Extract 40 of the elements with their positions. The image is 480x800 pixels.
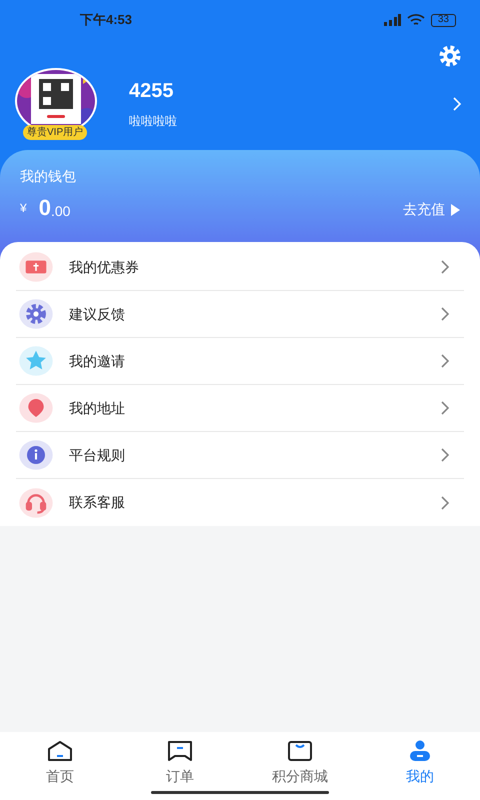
status-time: 下午4:53 [80, 11, 132, 30]
settings-icon[interactable] [438, 44, 462, 68]
menu-item[interactable]: 联系客服 [16, 479, 464, 526]
menu-item[interactable]: 平台规则 [16, 432, 464, 479]
tab[interactable]: 积分商城 [240, 740, 360, 800]
signal-icon [382, 14, 401, 26]
chevron-right-icon [440, 401, 450, 415]
menu-item[interactable]: 我的地址 [16, 385, 464, 432]
vip-badge: 尊贵VIP用户 [23, 125, 88, 140]
user-subtitle: 啦啦啦啦 [129, 113, 178, 130]
wifi-icon [406, 14, 425, 26]
menu-item[interactable]: 建议反馈 [16, 291, 464, 338]
bag-icon [287, 740, 313, 762]
menu-label: 建议反馈 [69, 304, 126, 324]
chevron-right-icon [440, 448, 450, 462]
chat-bubble-icon [167, 740, 193, 762]
menu-label: 我的优惠券 [69, 258, 140, 276]
wallet-amount: 0 [38, 196, 51, 220]
currency-symbol: ¥ [20, 200, 27, 217]
tab[interactable]: 我的 [360, 740, 480, 800]
menu-label: 我的邀请 [69, 352, 126, 370]
user-icon [407, 740, 433, 762]
chevron-right-icon [440, 307, 450, 321]
chevron-right-icon[interactable] [452, 97, 462, 111]
home-icon [47, 740, 73, 762]
tab[interactable]: 首页 [0, 740, 120, 800]
menu-label: 联系客服 [69, 493, 126, 512]
tab[interactable]: 订单 [120, 740, 240, 800]
menu-item[interactable]: 我的邀请 [16, 338, 464, 385]
menu-item[interactable]: 我的优惠券 [16, 244, 464, 291]
user-name: 4255 [129, 79, 174, 104]
chevron-right-icon [440, 496, 450, 510]
wallet-title: 我的钱包 [20, 167, 77, 186]
chevron-right-icon [440, 260, 450, 274]
play-icon [451, 204, 460, 216]
battery-indicator: 33 [430, 14, 456, 26]
menu-label: 平台规则 [69, 446, 126, 464]
wallet-decimals: .00 [50, 202, 70, 220]
chevron-right-icon [440, 354, 450, 368]
menu-label: 我的地址 [69, 398, 126, 418]
